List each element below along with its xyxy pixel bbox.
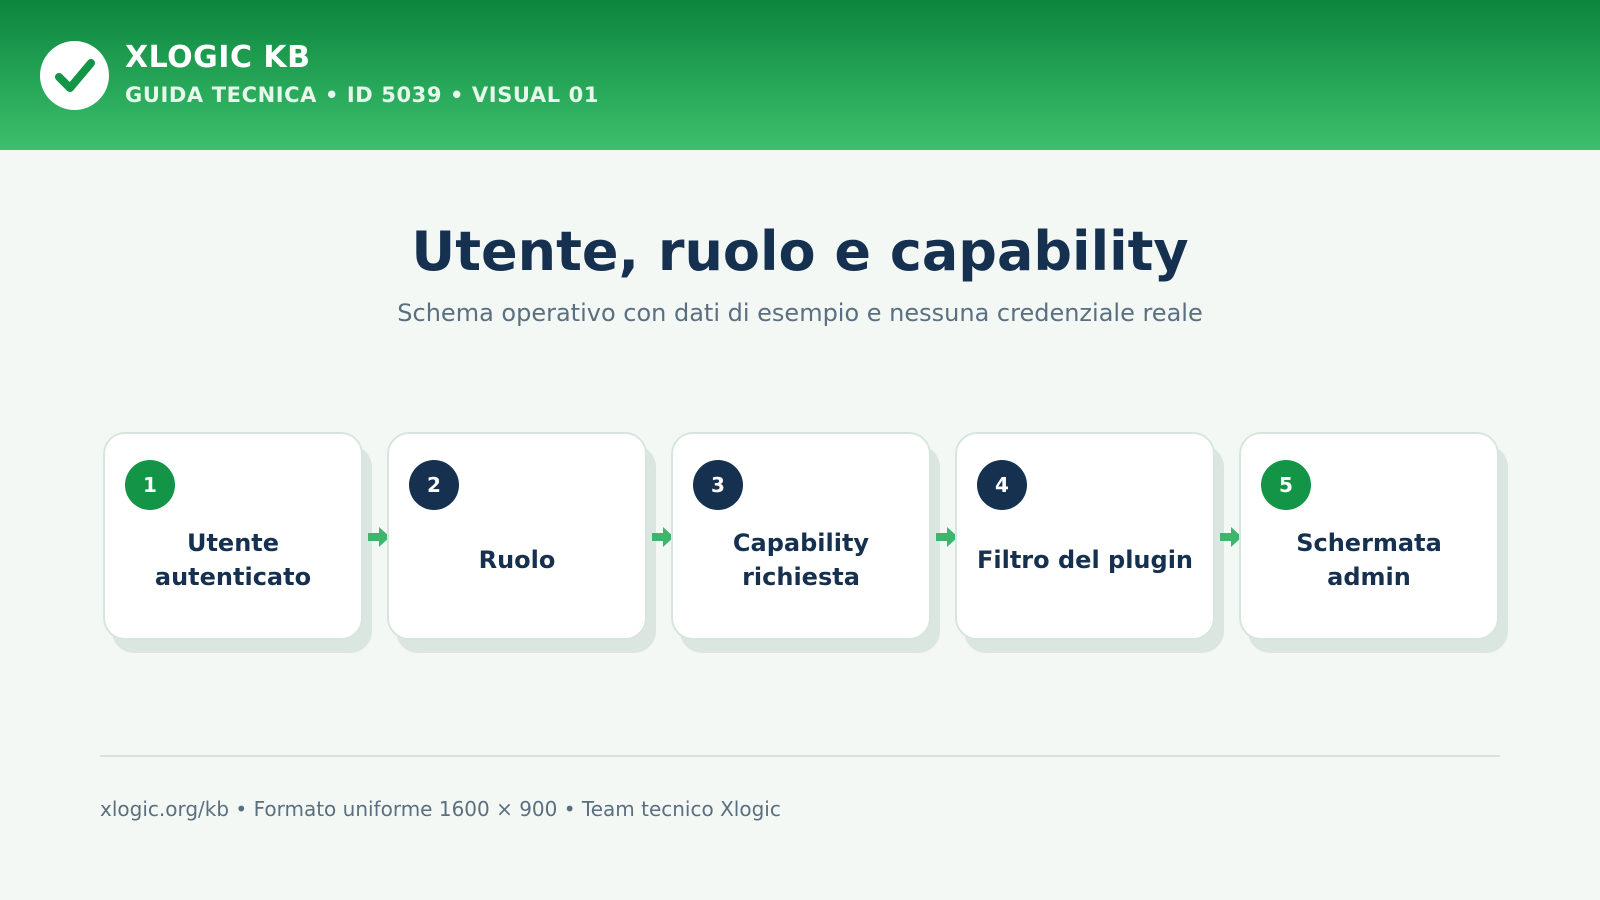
footer-divider	[100, 755, 1500, 757]
check-icon	[54, 58, 95, 92]
step-number-badge: 4	[977, 460, 1027, 510]
step-label: Capability richiesta	[732, 529, 870, 591]
step-label: Utente autenticato	[154, 529, 312, 591]
header-banner: XLOGIC KB GUIDA TECNICA • ID 5039 • VISU…	[0, 0, 1600, 150]
brand-subtitle: GUIDA TECNICA • ID 5039 • VISUAL 01	[125, 83, 600, 107]
step-number-badge: 5	[1261, 460, 1311, 510]
step-card-4: 4 Filtro del plugin	[955, 432, 1215, 640]
brand-title: XLOGIC KB	[125, 40, 311, 75]
step-card-2: 2 Ruolo	[387, 432, 647, 640]
step-number-badge: 3	[693, 460, 743, 510]
step-label: Schermata admin	[1296, 529, 1442, 591]
step-number-badge: 2	[409, 460, 459, 510]
logo	[40, 41, 109, 110]
footer-text: xlogic.org/kb • Formato uniforme 1600 × …	[100, 797, 781, 821]
page-title: Utente, ruolo e capability	[411, 220, 1189, 283]
step-card-5: 5 Schermata admin	[1239, 432, 1499, 640]
step-number-badge: 1	[125, 460, 175, 510]
step-card-1: 1 Utente autenticato	[103, 432, 363, 640]
page-subtitle: Schema operativo con dati di esempio e n…	[397, 299, 1203, 327]
step-label: Filtro del plugin	[976, 546, 1194, 574]
step-card-3: 3 Capability richiesta	[671, 432, 931, 640]
step-label: Ruolo	[478, 546, 556, 574]
